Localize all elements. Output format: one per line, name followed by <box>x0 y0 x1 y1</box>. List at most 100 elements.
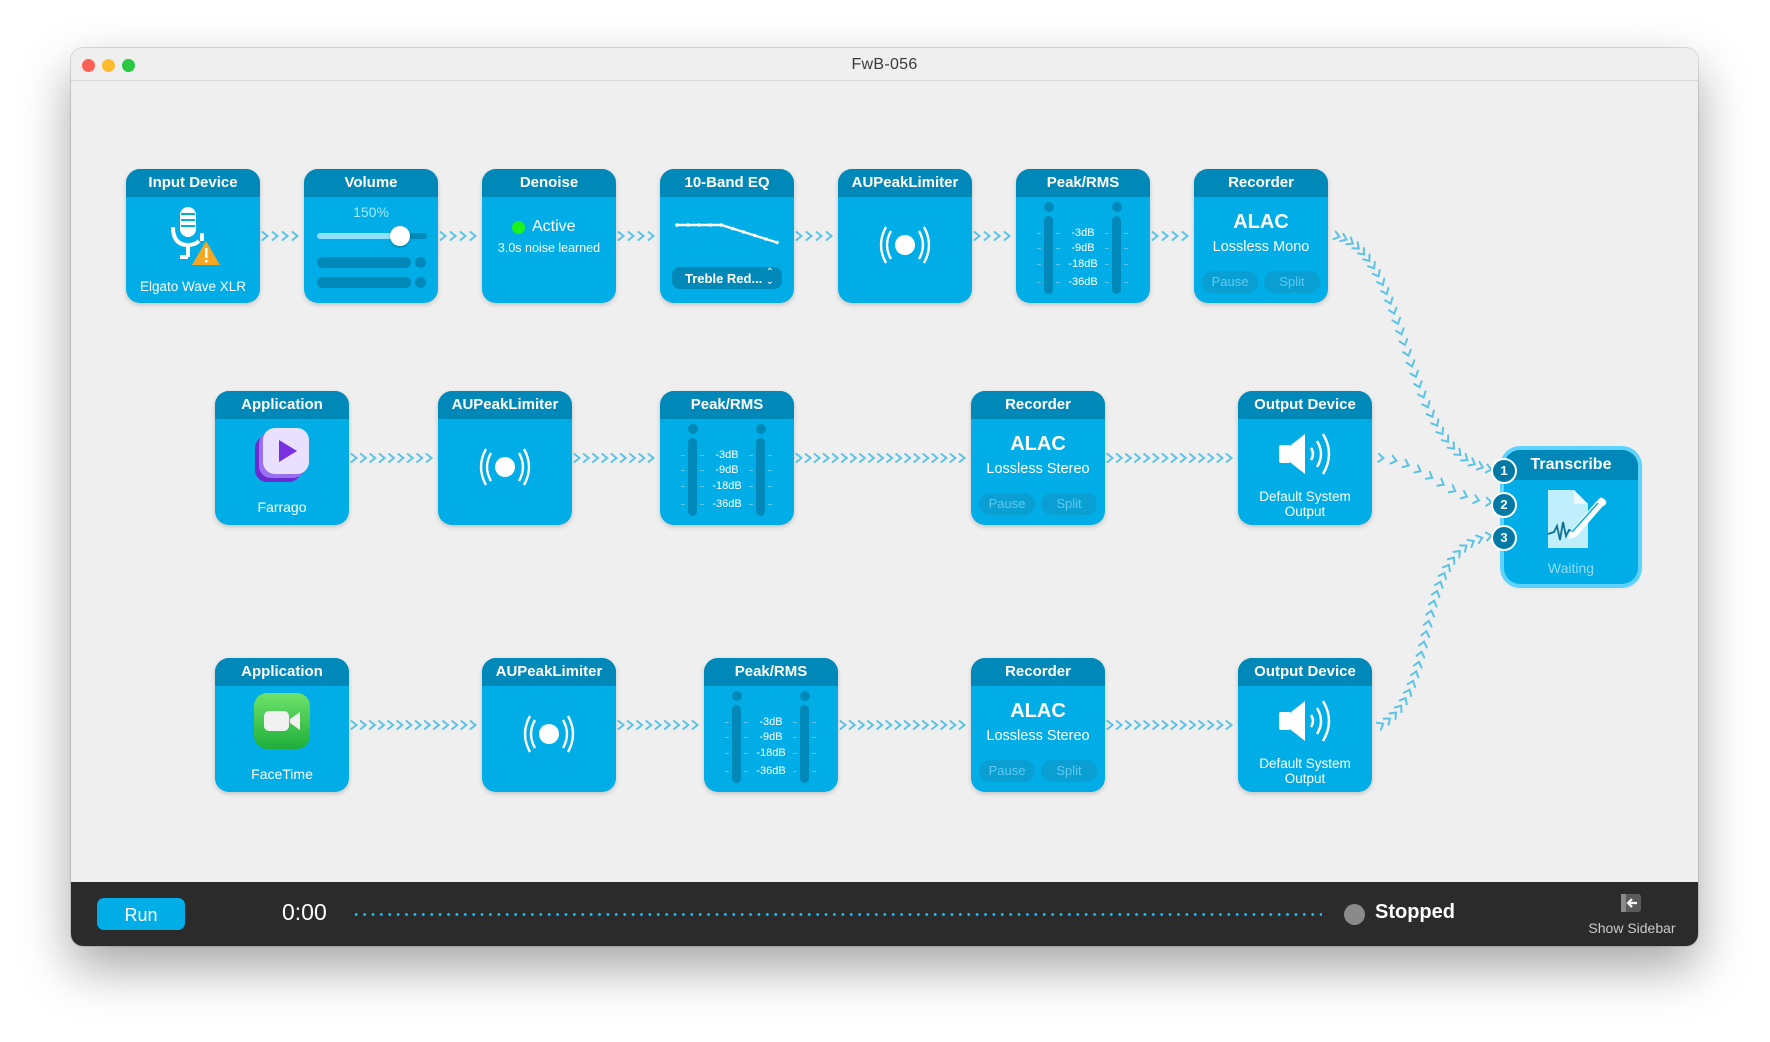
connection-chevron <box>857 720 866 730</box>
connection-chevron <box>378 453 387 463</box>
connection-chevron <box>1398 337 1409 347</box>
run-button[interactable]: Run <box>97 898 185 930</box>
connection-chevron <box>1458 544 1468 553</box>
connection-chevron <box>1417 640 1428 649</box>
connection-chevron <box>416 453 424 463</box>
eq-band-point <box>675 223 679 227</box>
node-peak-rms[interactable]: Peak/RMS -3dB -9dB -18dB -36dB <box>1016 169 1150 303</box>
connection-chevron <box>894 720 903 730</box>
volume-slider[interactable] <box>317 226 427 246</box>
connection-chevron <box>1460 452 1469 462</box>
connection-chevron <box>1179 720 1188 730</box>
connection-chevron <box>1472 494 1481 505</box>
connection-chevron <box>647 231 656 241</box>
connection-chevron <box>638 453 646 463</box>
farrago-app-icon <box>255 428 309 482</box>
node-eq[interactable]: 10-Band EQ Treble Red... ⌃ ⌄ <box>660 169 794 303</box>
connection-chevron <box>1207 720 1215 730</box>
connection-chevron <box>1382 717 1392 726</box>
connection-chevron <box>1143 720 1151 730</box>
node-application-facetime[interactable]: Application FaceTime <box>215 658 349 792</box>
transport-bar: Run 0:00 Stopped Show Sidebar <box>71 882 1698 946</box>
eq-band-point <box>730 226 735 231</box>
connection-chevron <box>1475 461 1485 471</box>
connection-chevron <box>1115 453 1124 463</box>
connection-chevron <box>1143 453 1151 463</box>
connection-chevron <box>449 231 458 241</box>
split-button[interactable]: Split <box>1041 760 1097 782</box>
app-window: FwB-056 Input Device Elgato Wave XLR Vol… <box>71 48 1698 946</box>
peak-dot-right <box>800 691 810 701</box>
eq-band-point <box>708 223 713 227</box>
connection-chevron <box>1351 241 1360 250</box>
connection-chevron <box>1421 400 1431 409</box>
connection-chevron <box>1402 688 1413 697</box>
recorder-mode: Lossless Stereo <box>986 728 1090 744</box>
eq-band-point <box>741 230 746 234</box>
node-input-device[interactable]: Input Device Elgato Wave XLR <box>126 169 260 303</box>
node-peak-rms[interactable]: Peak/RMS -3dB -9dB -18dB -36dB <box>660 391 794 525</box>
connection-chevron <box>1367 260 1376 270</box>
show-sidebar-button[interactable]: Show Sidebar <box>1571 892 1693 938</box>
pause-button[interactable]: Pause <box>979 493 1035 515</box>
connection-chevron <box>1415 650 1426 659</box>
node-recorder[interactable]: Recorder ALAC Lossless Stereo Pause Split <box>971 658 1105 792</box>
connection-chevron <box>825 231 834 241</box>
connection-chevron <box>885 720 893 730</box>
node-peak-limiter[interactable]: AUPeakLimiter <box>838 169 972 303</box>
connection-chevron <box>993 231 1002 241</box>
connection-chevron <box>350 453 359 463</box>
connection-chevron <box>271 231 280 241</box>
node-recorder[interactable]: Recorder ALAC Lossless Stereo Pause Split <box>971 391 1105 525</box>
connection-chevron <box>1216 720 1224 730</box>
recorder-mode: Lossless Mono <box>1212 239 1310 255</box>
node-title: Application <box>215 658 349 686</box>
recorder-mode: Lossless Stereo <box>986 461 1090 477</box>
split-button[interactable]: Split <box>1264 271 1320 293</box>
eq-band-point <box>775 240 779 245</box>
node-volume[interactable]: Volume 150% <box>304 169 438 303</box>
connection-chevron <box>1133 720 1142 730</box>
connection-chevron <box>682 720 690 730</box>
eq-line <box>677 223 778 244</box>
node-title: Recorder <box>971 391 1105 419</box>
node-peak-rms[interactable]: Peak/RMS -3dB -9dB -18dB -36dB <box>704 658 838 792</box>
connection-chevron <box>1170 720 1179 730</box>
connection-chevron <box>645 720 653 730</box>
volume-slider-knob[interactable] <box>389 226 410 246</box>
connection-chevron <box>582 453 591 463</box>
input-port-1[interactable]: 1 <box>1491 458 1517 484</box>
app-name: Farrago <box>257 499 307 515</box>
eq-preset-select[interactable]: Treble Red... ⌃ ⌄ <box>672 267 782 289</box>
connection-chevron <box>1188 453 1197 463</box>
node-output-device[interactable]: Output Device Default System Output <box>1238 658 1372 792</box>
node-output-device[interactable]: Output Device Default System Output <box>1238 391 1372 525</box>
meter-scale-label: -18dB <box>1068 258 1098 270</box>
connection-chevron <box>886 453 894 463</box>
connection-chevron <box>1216 453 1224 463</box>
node-transcribe[interactable]: Transcribe Waiting <box>1504 450 1638 584</box>
node-application-farrago[interactable]: Application Farrago <box>215 391 349 525</box>
connection-chevron <box>815 231 824 241</box>
connection-chevron <box>940 720 948 730</box>
node-peak-limiter[interactable]: AUPeakLimiter <box>438 391 572 525</box>
node-recorder[interactable]: Recorder ALAC Lossless Mono Pause Split <box>1194 169 1328 303</box>
pause-button[interactable]: Pause <box>1202 271 1258 293</box>
input-port-3[interactable]: 3 <box>1491 525 1517 551</box>
input-port-2[interactable]: 2 <box>1491 492 1517 518</box>
connection-chevron <box>1440 434 1450 444</box>
node-title: 10-Band EQ <box>660 169 794 197</box>
connection-chevron <box>388 453 396 463</box>
connection-chevron <box>636 720 644 730</box>
split-button[interactable]: Split <box>1041 493 1097 515</box>
node-denoise[interactable]: Denoise Active 3.0s noise learned <box>482 169 616 303</box>
node-peak-limiter[interactable]: AUPeakLimiter <box>482 658 616 792</box>
connection-chevron <box>1388 711 1398 720</box>
connection-chevron <box>406 453 415 463</box>
connection-chevron <box>903 720 912 730</box>
pause-button[interactable]: Pause <box>979 760 1035 782</box>
sidebar-arrow-icon <box>1621 894 1641 912</box>
connection-chevron <box>1179 453 1188 463</box>
connection-chevron <box>610 453 619 463</box>
connection-chevron <box>1198 720 1206 730</box>
